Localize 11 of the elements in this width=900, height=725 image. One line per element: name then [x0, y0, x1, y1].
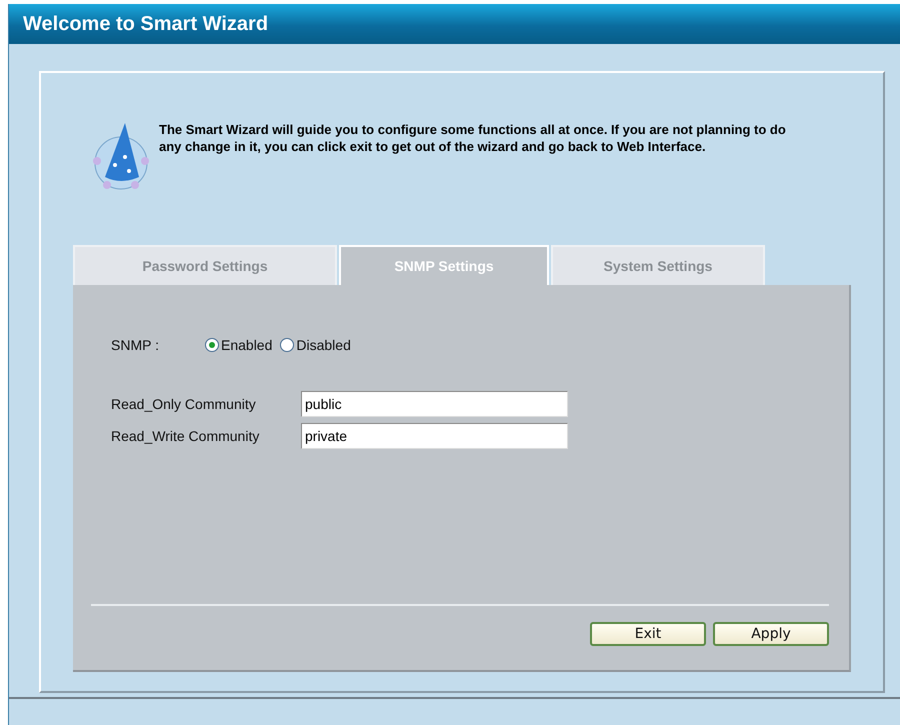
action-button[interactable]: Exit	[590, 622, 706, 646]
action-button[interactable]: Apply	[713, 622, 829, 646]
input-field[interactable]: private	[301, 423, 568, 449]
radio-option[interactable]: Enabled	[205, 337, 272, 353]
radio-option[interactable]: Disabled	[280, 337, 351, 353]
field-label: Read_Only Community	[111, 396, 257, 412]
intro-text: The Smart Wizard will guide you to configure some functions all at once. If you are not planning to do any change in it, you can click exit to get out of the wizard and go back to Web Interface.	[159, 121, 787, 155]
window-title: Welcome to Smart Wizard	[23, 12, 268, 36]
snmp-label: SNMP :	[111, 337, 160, 353]
field-label: Read_Write Community	[111, 428, 260, 444]
input-field[interactable]: public	[301, 391, 568, 417]
